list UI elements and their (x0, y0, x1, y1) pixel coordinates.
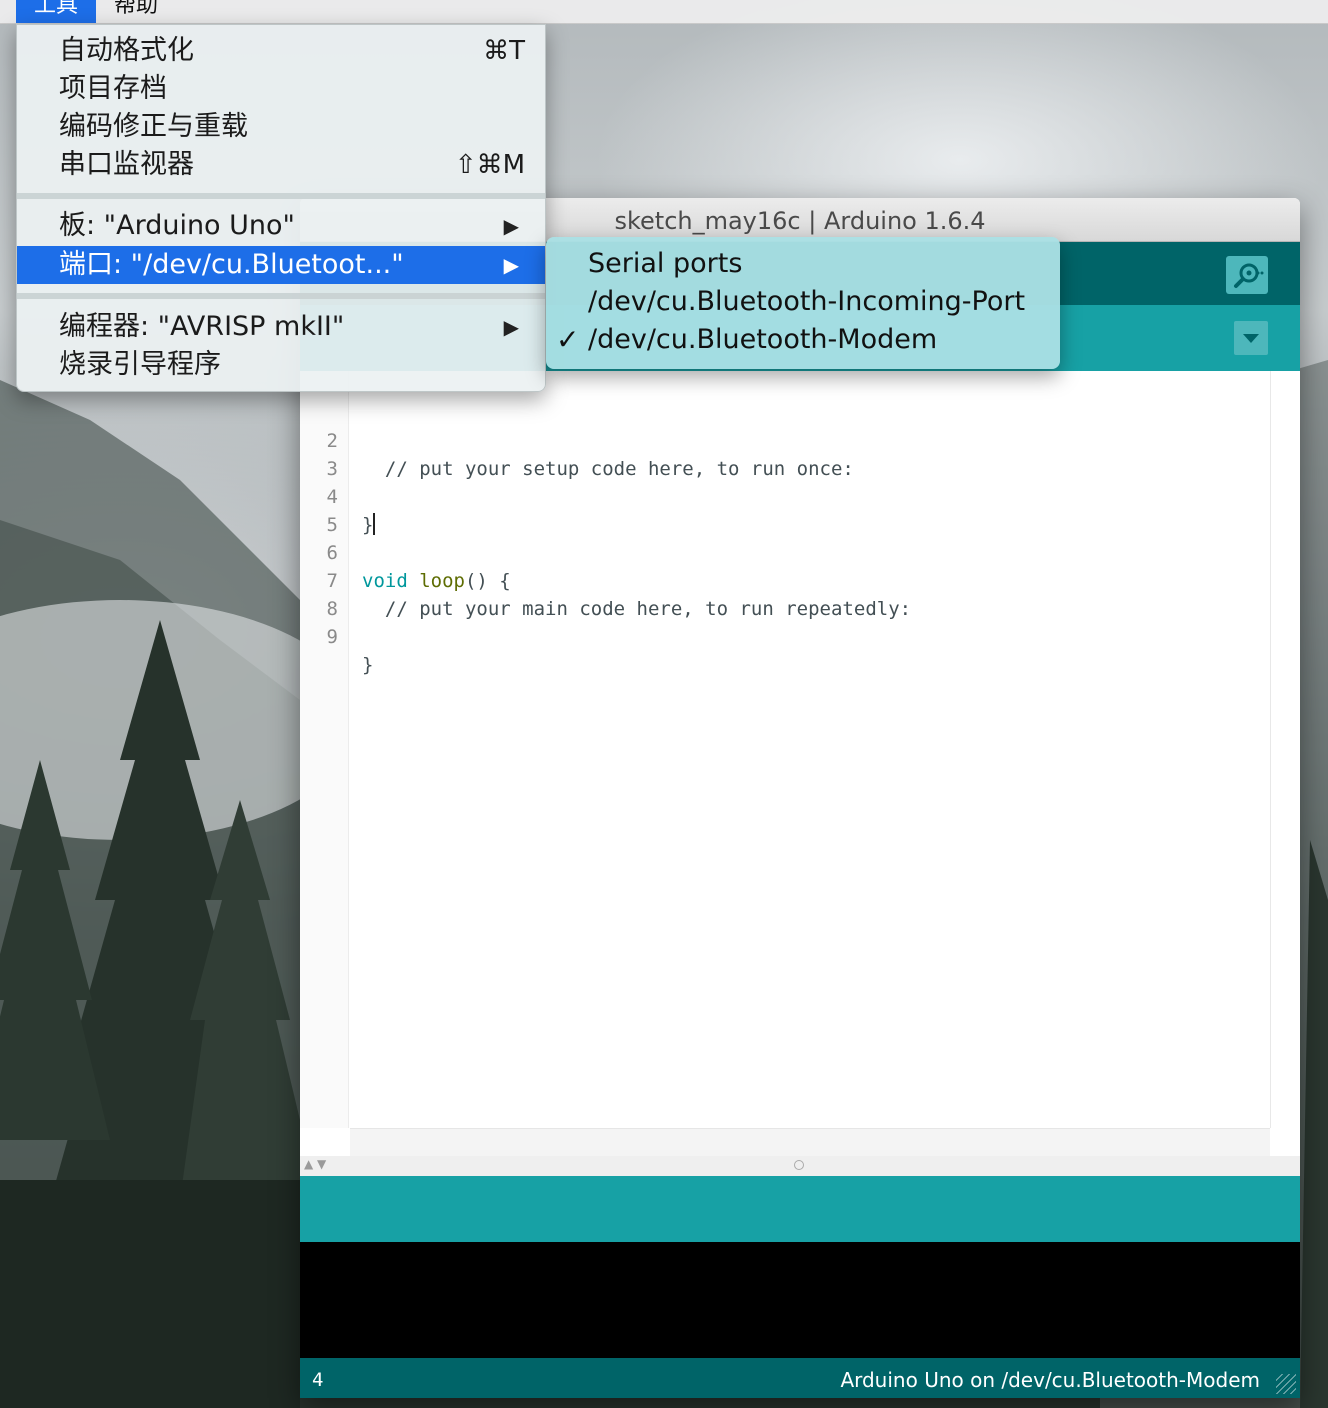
menu-item-archive-sketch[interactable]: 项目存档 (17, 70, 545, 108)
triangle-right-icon: ▶ (503, 315, 519, 339)
code-line: 3 (326, 458, 338, 480)
menu-item-label: 项目存档 (59, 73, 167, 104)
menubar-item-tools[interactable]: 工具 (16, 0, 97, 23)
port-label: /dev/cu.Bluetooth-Incoming-Port (588, 286, 1026, 317)
menu-item-label: 编码修正与重载 (59, 111, 248, 142)
code-line: 6 void loop() { (326, 542, 511, 592)
horizontal-scrollbar[interactable] (350, 1128, 1270, 1156)
console-output[interactable] (300, 1242, 1300, 1358)
menu-item-programmer[interactable]: 编程器: "AVRISP mkII" ▶ (17, 308, 545, 346)
menu-item-label: 端口: "/dev/cu.Bluetoot..." (59, 249, 404, 280)
port-submenu: Serial ports /dev/cu.Bluetooth-Incoming-… (546, 237, 1060, 369)
message-area (300, 1176, 1300, 1242)
code-line: 4 } (326, 486, 376, 536)
split-arrows-icon[interactable]: ▲ ▼ (304, 1157, 326, 1171)
menu-item-label: 自动格式化 (59, 35, 194, 66)
code-editor[interactable]: 2 // put your setup code here, to run on… (300, 371, 1270, 1128)
menu-item-label: 编程器: "AVRISP mkII" (59, 311, 345, 342)
submenu-item-port[interactable]: /dev/cu.Bluetooth-Incoming-Port (546, 283, 1060, 321)
port-label: /dev/cu.Bluetooth-Modem (588, 324, 938, 355)
menu-item-label: 串口监视器 (59, 149, 194, 180)
submenu-header: Serial ports (588, 248, 743, 279)
console-splitter[interactable]: ▲ ▼ (300, 1156, 1300, 1176)
magnifier-icon (1234, 263, 1264, 288)
code-line: 5 (326, 514, 338, 536)
menu-separator (17, 193, 545, 199)
tools-menu: 自动格式化 ⌘T 项目存档 编码修正与重载 串口监视器 ⇧⌘M 板: "Ardu… (16, 24, 546, 392)
menu-item-fix-encoding[interactable]: 编码修正与重载 (17, 108, 545, 146)
code-line: 8 (326, 598, 338, 620)
menu-item-port[interactable]: 端口: "/dev/cu.Bluetoot..." ▶ (17, 246, 545, 284)
status-footer: 4 Arduino Uno on /dev/cu.Bluetooth-Modem (300, 1358, 1300, 1398)
menu-item-burn-bootloader[interactable]: 烧录引导程序 (17, 346, 545, 384)
menu-item-serial-monitor[interactable]: 串口监视器 ⇧⌘M (17, 146, 545, 184)
menu-item-label: 板: "Arduino Uno" (59, 210, 295, 241)
code-line: 9 } (326, 626, 374, 676)
menu-shortcut: ⇧⌘M (454, 150, 525, 180)
code-line: 7 // put your main code here, to run rep… (326, 570, 912, 620)
menu-item-board[interactable]: 板: "Arduino Uno" ▶ (17, 207, 545, 245)
menu-separator (17, 293, 545, 299)
vertical-scrollbar[interactable] (1270, 371, 1300, 1128)
code-line: 2 // put your setup code here, to run on… (326, 430, 854, 480)
tab-menu-button[interactable] (1234, 321, 1268, 355)
current-line-number: 4 (312, 1369, 324, 1391)
serial-monitor-button[interactable] (1226, 256, 1268, 294)
checkmark-icon: ✓ (556, 323, 580, 356)
menubar: 工具 帮助 (0, 0, 1328, 24)
menu-item-auto-format[interactable]: 自动格式化 ⌘T (17, 32, 545, 70)
triangle-right-icon: ▶ (503, 253, 519, 277)
split-handle-icon[interactable] (794, 1160, 804, 1170)
menubar-item-help[interactable]: 帮助 (96, 0, 176, 23)
menu-item-label: 烧录引导程序 (59, 349, 221, 380)
triangle-right-icon: ▶ (503, 214, 519, 238)
resize-grip-icon[interactable] (1276, 1374, 1296, 1394)
menu-shortcut: ⌘T (483, 36, 525, 66)
board-port-info: Arduino Uno on /dev/cu.Bluetooth-Modem (840, 1368, 1260, 1392)
submenu-item-port-selected[interactable]: ✓ /dev/cu.Bluetooth-Modem (546, 321, 1060, 359)
